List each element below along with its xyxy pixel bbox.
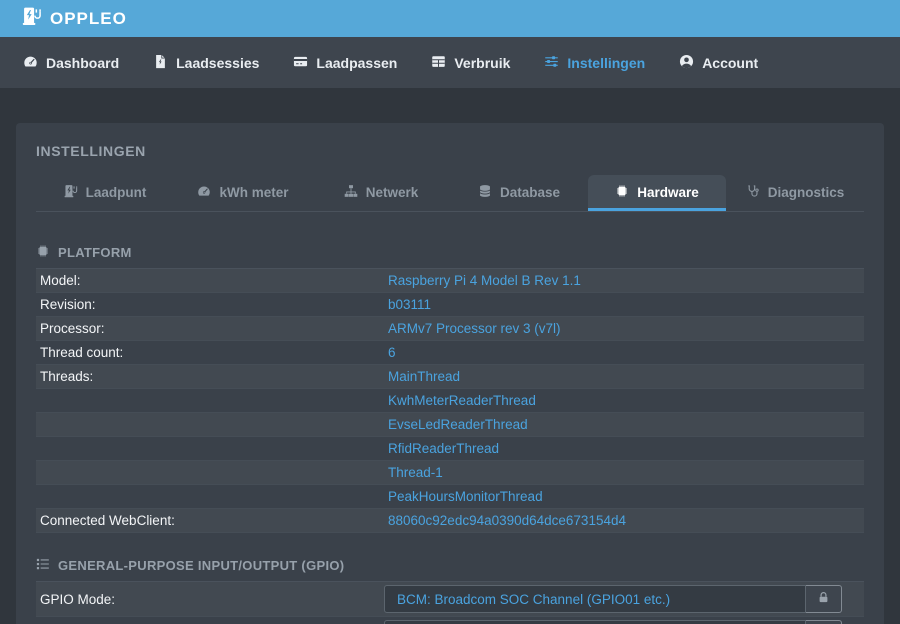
tab-label: kWh meter bbox=[219, 185, 288, 200]
settings-tabs: Laadpunt kWh meter Netwerk Database Hard… bbox=[36, 175, 864, 212]
tab-database[interactable]: Database bbox=[450, 175, 588, 211]
table-row: Threads: MainThread bbox=[36, 365, 864, 389]
table-row: Model: Raspberry Pi 4 Model B Rev 1.1 bbox=[36, 269, 864, 293]
table-row: Thread-1 bbox=[36, 461, 864, 485]
row-value: KwhMeterReaderThread bbox=[384, 389, 864, 412]
row-value: Raspberry Pi 4 Model B Rev 1.1 bbox=[384, 269, 864, 292]
row-value: Thread-1 bbox=[384, 461, 864, 484]
page-title: INSTELLINGEN bbox=[36, 143, 864, 159]
gpio-table-body: GPIO Mode: BCM: Broadcom SOC Channel (GP… bbox=[36, 582, 864, 624]
main-nav: Dashboard Laadsessies Laadpassen Verbrui… bbox=[0, 37, 900, 88]
gpio-section-header: GENERAL-PURPOSE INPUT/OUTPUT (GPIO) bbox=[36, 557, 864, 582]
lock-icon bbox=[817, 591, 830, 607]
gpio-section: GENERAL-PURPOSE INPUT/OUTPUT (GPIO) GPIO… bbox=[36, 557, 864, 624]
row-label: Processor: bbox=[36, 317, 384, 340]
table-row: EvseLedReaderThread bbox=[36, 413, 864, 437]
nav-label: Laadpassen bbox=[316, 55, 397, 71]
row-value: 6 bbox=[384, 341, 864, 364]
table-icon bbox=[431, 54, 446, 72]
table-row: PeakHoursMonitorThread bbox=[36, 485, 864, 509]
table-row: Revision: b03111 bbox=[36, 293, 864, 317]
page-body: INSTELLINGEN Laadpunt kWh meter Netwerk … bbox=[0, 123, 900, 624]
row-value: 88060c92edc94a0390d64dce673154d4 bbox=[384, 509, 864, 532]
nav-item-laadpassen[interactable]: Laadpassen bbox=[276, 37, 414, 88]
section-title: PLATFORM bbox=[58, 245, 132, 260]
nav-item-dashboard[interactable]: Dashboard bbox=[6, 37, 136, 88]
table-row: GPIO Mode: BCM: Broadcom SOC Channel (GP… bbox=[36, 582, 864, 617]
brand-name: OPPLEO bbox=[50, 9, 127, 29]
nav-label: Laadsessies bbox=[176, 55, 259, 71]
table-row: KwhMeterReaderThread bbox=[36, 389, 864, 413]
tab-hardware[interactable]: Hardware bbox=[588, 175, 726, 211]
table-row: Connected WebClient: 88060c92edc94a0390d… bbox=[36, 509, 864, 533]
nav-item-verbruik[interactable]: Verbruik bbox=[414, 37, 527, 88]
tab-label: Netwerk bbox=[366, 185, 419, 200]
gpio-input-group: BCM: Broadcom SOC Channel (GPIO01 etc.) bbox=[384, 585, 842, 613]
row-label: Thread count: bbox=[36, 341, 384, 364]
section-title: GENERAL-PURPOSE INPUT/OUTPUT (GPIO) bbox=[58, 558, 344, 573]
settings-panel: INSTELLINGEN Laadpunt kWh meter Netwerk … bbox=[16, 123, 884, 624]
nav-label: Instellingen bbox=[567, 55, 645, 71]
tab-label: Hardware bbox=[637, 185, 699, 200]
table-row: Red Led: GPIO 13 bbox=[36, 617, 864, 624]
row-label bbox=[36, 469, 384, 477]
tab-kwh-meter[interactable]: kWh meter bbox=[174, 175, 312, 211]
row-value: ARMv7 Processor rev 3 (v7l) bbox=[384, 317, 864, 340]
gpio-select[interactable]: BCM: Broadcom SOC Channel (GPIO01 etc.) bbox=[384, 585, 806, 613]
dashboard-gauge-icon bbox=[23, 54, 38, 72]
database-icon bbox=[478, 184, 492, 201]
brand-bar: OPPLEO bbox=[0, 0, 900, 37]
row-value: MainThread bbox=[384, 365, 864, 388]
stethoscope-icon bbox=[746, 184, 760, 201]
nav-item-instellingen[interactable]: Instellingen bbox=[527, 37, 662, 88]
row-label: Model: bbox=[36, 269, 384, 292]
table-row: Thread count: 6 bbox=[36, 341, 864, 365]
table-row: Processor: ARMv7 Processor rev 3 (v7l) bbox=[36, 317, 864, 341]
row-label bbox=[36, 421, 384, 429]
tab-netwerk[interactable]: Netwerk bbox=[312, 175, 450, 211]
row-label bbox=[36, 397, 384, 405]
row-label: Threads: bbox=[36, 365, 384, 388]
row-label bbox=[36, 493, 384, 501]
tab-diagnostics[interactable]: Diagnostics bbox=[726, 175, 864, 211]
gpio-input-group: GPIO 13 bbox=[384, 620, 842, 624]
nav-item-laadsessies[interactable]: Laadsessies bbox=[136, 37, 276, 88]
row-value: EvseLedReaderThread bbox=[384, 413, 864, 436]
network-icon bbox=[344, 184, 358, 201]
platform-section-header: PLATFORM bbox=[36, 244, 864, 269]
charging-station-icon bbox=[22, 6, 42, 31]
tab-label: Laadpunt bbox=[86, 185, 147, 200]
tab-label: Diagnostics bbox=[768, 185, 845, 200]
nav-label: Dashboard bbox=[46, 55, 119, 71]
row-label: Connected WebClient: bbox=[36, 509, 384, 532]
row-value: PeakHoursMonitorThread bbox=[384, 485, 864, 508]
microchip-icon bbox=[36, 244, 50, 261]
platform-table-body: Model: Raspberry Pi 4 Model B Rev 1.1 Re… bbox=[36, 269, 864, 533]
nav-item-account[interactable]: Account bbox=[662, 37, 775, 88]
row-label: GPIO Mode: bbox=[36, 592, 384, 607]
sliders-icon bbox=[544, 54, 559, 72]
nav-label: Account bbox=[702, 55, 758, 71]
charging-station-icon bbox=[64, 184, 78, 201]
row-value: RfidReaderThread bbox=[384, 437, 864, 460]
user-circle-icon bbox=[679, 54, 694, 72]
platform-section: PLATFORM Model: Raspberry Pi 4 Model B R… bbox=[36, 244, 864, 533]
row-label: Revision: bbox=[36, 293, 384, 316]
table-row: RfidReaderThread bbox=[36, 437, 864, 461]
lock-button[interactable] bbox=[806, 620, 842, 624]
tab-label: Database bbox=[500, 185, 560, 200]
credit-card-icon bbox=[293, 54, 308, 72]
tab-laadpunt[interactable]: Laadpunt bbox=[36, 175, 174, 211]
gpio-select[interactable]: GPIO 13 bbox=[384, 620, 806, 624]
gauge-icon bbox=[197, 184, 211, 201]
microchip-icon bbox=[615, 184, 629, 201]
nav-label: Verbruik bbox=[454, 55, 510, 71]
lock-button[interactable] bbox=[806, 585, 842, 613]
row-value: b03111 bbox=[384, 293, 864, 316]
list-tasks-icon bbox=[36, 557, 50, 574]
sessions-file-icon bbox=[153, 54, 168, 72]
row-label bbox=[36, 445, 384, 453]
